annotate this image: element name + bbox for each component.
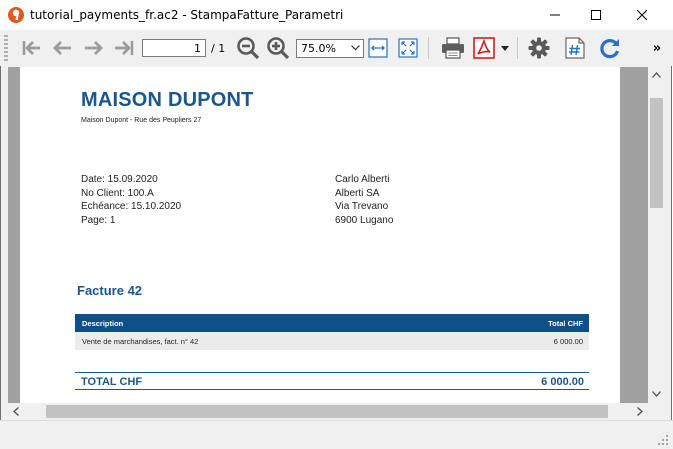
last-page-button[interactable]	[112, 35, 136, 61]
row-amount: 6 000.00	[553, 337, 583, 346]
app-logo-icon	[8, 7, 24, 23]
toolbar: 1 / 1 75.0% »	[0, 30, 673, 66]
scroll-down-icon[interactable]	[652, 391, 661, 397]
recipient-company: Alberti SA	[335, 187, 380, 199]
pdf-icon	[473, 37, 495, 59]
row-description: Vente de marchandises, fact. n° 42	[82, 337, 199, 346]
print-button[interactable]	[439, 35, 467, 61]
total-divider-bottom	[75, 389, 589, 390]
close-button[interactable]	[619, 0, 665, 30]
close-icon	[637, 10, 647, 20]
invoice-title: Facture 42	[77, 283, 143, 298]
arrow-left-icon	[53, 41, 71, 55]
scrollbar-corner	[648, 403, 665, 420]
first-page-button[interactable]	[20, 35, 44, 61]
table-row: Vente de marchandises, fact. n° 42 6 000…	[75, 332, 589, 350]
zoom-in-button[interactable]	[265, 35, 291, 61]
page-total-label: / 1	[211, 42, 226, 55]
table-header: Description Total CHF	[75, 314, 589, 332]
toolbar-separator	[517, 37, 518, 59]
invoice-date: Date: 15.09.2020	[81, 174, 158, 185]
toolbar-grip[interactable]	[4, 35, 8, 61]
company-address: Maison Dupont - Rue des Peupliers 27	[81, 117, 202, 124]
document-page: MAISON DUPONT Maison Dupont - Rue des Pe…	[20, 67, 620, 403]
settings-button[interactable]	[526, 35, 552, 61]
client-number: No Client: 100.A	[81, 187, 154, 199]
invoice-info-block: Date: 15.09.2020 No Client: 100.A Echéan…	[81, 173, 181, 227]
scroll-up-icon[interactable]	[652, 72, 661, 78]
last-page-icon	[115, 41, 134, 55]
maximize-icon	[591, 10, 601, 20]
total-label: TOTAL CHF	[81, 376, 143, 388]
next-page-button[interactable]	[82, 35, 106, 61]
scroll-right-icon[interactable]	[637, 407, 643, 416]
status-bar	[0, 420, 673, 449]
page-info: Page: 1	[81, 214, 116, 226]
maximize-button[interactable]	[573, 0, 619, 30]
first-page-icon	[22, 41, 40, 55]
scroll-left-icon[interactable]	[13, 407, 19, 416]
toolbar-overflow-button[interactable]: »	[648, 35, 666, 61]
total-amount: 6 000.00	[541, 376, 584, 388]
horizontal-scrollbar[interactable]	[8, 403, 648, 420]
dropdown-arrow-icon	[501, 45, 509, 51]
refresh-button[interactable]	[597, 35, 623, 61]
zoom-out-button[interactable]	[235, 35, 261, 61]
page-number-input[interactable]: 1	[142, 39, 206, 57]
zoom-value: 75.0%	[301, 42, 336, 55]
recipient-name: Carlo Alberti	[335, 174, 390, 185]
zoom-select[interactable]: 75.0%	[296, 39, 364, 58]
zoom-in-icon	[267, 37, 290, 60]
page-number-icon	[565, 37, 585, 59]
fit-width-button[interactable]	[367, 35, 389, 61]
minimize-icon	[550, 14, 560, 16]
recipient-street: Via Trevano	[335, 201, 389, 212]
toolbar-separator	[428, 37, 429, 59]
gear-icon	[528, 37, 550, 59]
fit-width-icon	[368, 38, 388, 58]
window-title: tutorial_payments_fr.ac2 - StampaFatture…	[30, 8, 344, 22]
total-divider-top	[75, 372, 589, 373]
document-viewer[interactable]: MAISON DUPONT Maison Dupont - Rue des Pe…	[8, 67, 648, 403]
resize-grip-icon[interactable]	[658, 435, 668, 445]
recipient-address-block: Carlo Alberti Alberti SA Via Trevano 690…	[335, 173, 393, 227]
previous-page-button[interactable]	[50, 35, 74, 61]
minimize-button[interactable]	[532, 0, 578, 30]
chevron-down-icon	[351, 45, 360, 51]
export-pdf-button[interactable]	[471, 35, 497, 61]
arrow-right-icon	[85, 41, 103, 55]
vertical-scrollbar[interactable]	[648, 67, 665, 403]
column-header-description: Description	[82, 319, 124, 328]
title-bar: tutorial_payments_fr.ac2 - StampaFatture…	[0, 0, 673, 30]
recipient-city: 6900 Lugano	[335, 214, 394, 226]
fit-page-button[interactable]	[397, 35, 419, 61]
column-header-total: Total CHF	[548, 319, 583, 328]
export-menu-button[interactable]	[499, 35, 511, 61]
printer-icon	[442, 37, 464, 59]
page-number-settings-button[interactable]	[563, 35, 587, 61]
horizontal-scroll-thumb[interactable]	[46, 405, 608, 418]
company-name: MAISON DUPONT	[81, 89, 254, 111]
zoom-out-icon	[237, 37, 260, 60]
refresh-icon	[600, 39, 620, 59]
due-date: Echéance: 15.10.2020	[81, 201, 182, 212]
fit-page-icon	[398, 38, 418, 58]
vertical-scroll-thumb[interactable]	[650, 98, 663, 208]
